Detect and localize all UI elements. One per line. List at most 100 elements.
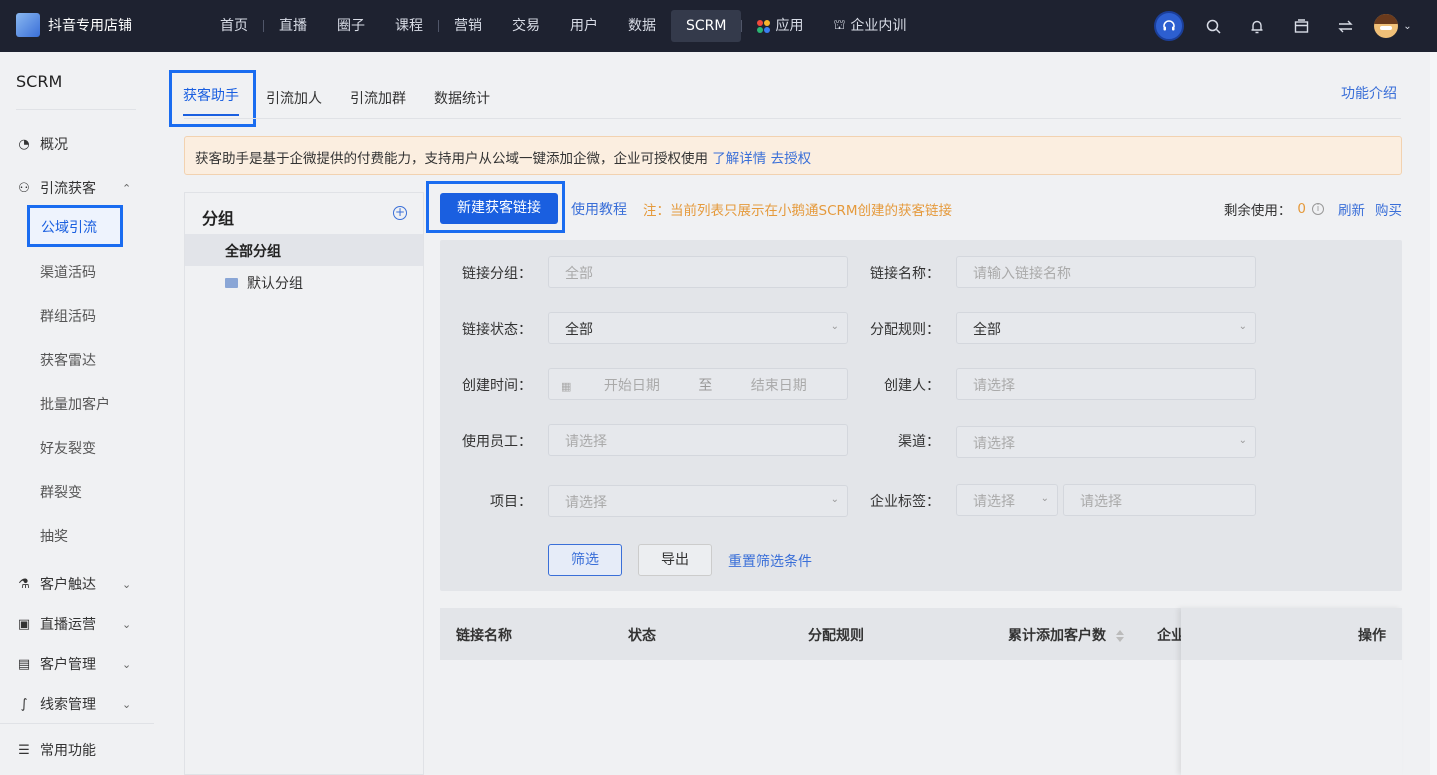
sort-icon[interactable] bbox=[1116, 630, 1124, 642]
creator-select[interactable]: 请选择 bbox=[956, 368, 1256, 400]
sidebar-item-common[interactable]: ☰ 常用功能 bbox=[16, 740, 96, 760]
nav-circle[interactable]: 圈子 bbox=[322, 10, 380, 42]
notice-text: 获客助手是基于企微提供的付费能力，支持用户从公域一键添加企微，企业可授权使用 bbox=[195, 151, 708, 167]
tag-select[interactable]: 请选择 bbox=[1063, 484, 1256, 516]
fixed-action-column: 操作 bbox=[1181, 608, 1402, 775]
authorize-link[interactable]: 去授权 bbox=[771, 151, 812, 167]
sidebar-sub-public-traffic[interactable]: 公域引流 bbox=[27, 205, 123, 247]
main-content: 获客助手 引流加人 引流加群 数据统计 功能介绍 获客助手是基于企微提供的付费能… bbox=[168, 52, 1430, 775]
add-group-icon[interactable]: + bbox=[393, 206, 407, 220]
tab-traffic-add-group[interactable]: 引流加群 bbox=[350, 88, 406, 108]
avatar-icon bbox=[1374, 14, 1399, 38]
remaining-value: 0 bbox=[1297, 201, 1306, 217]
staff-select[interactable]: 请选择 bbox=[548, 424, 848, 456]
sidebar-item-live-ops[interactable]: ▣ 直播运营 ⌄ bbox=[16, 614, 136, 634]
group-panel-title: 分组 bbox=[202, 209, 235, 228]
sidebar-item-label: 客户触达 bbox=[40, 577, 96, 593]
sidebar-item-label: 直播运营 bbox=[40, 617, 96, 633]
group-item-default[interactable]: 默认分组 bbox=[225, 273, 303, 293]
chevron-down-icon: ⌄ bbox=[122, 577, 132, 591]
col-total-customers[interactable]: 累计添加客户数 bbox=[1008, 625, 1124, 645]
new-link-button[interactable]: 新建获客链接 bbox=[440, 193, 558, 224]
shop-name[interactable]: 抖音专用店铺 bbox=[48, 15, 132, 35]
link-status-value: 全部 bbox=[565, 322, 593, 338]
buy-link[interactable]: 购买 bbox=[1375, 199, 1402, 219]
nav-data[interactable]: 数据 bbox=[613, 10, 671, 42]
sidebar-sub-channel-code[interactable]: 渠道活码 bbox=[40, 262, 96, 282]
page-scrollbar[interactable] bbox=[1430, 52, 1437, 775]
sidebar-sub-friend-fission[interactable]: 好友裂变 bbox=[40, 438, 96, 458]
export-button[interactable]: 导出 bbox=[638, 544, 712, 576]
sidebar-sub-group-code[interactable]: 群组活码 bbox=[40, 306, 96, 326]
reset-filters-link[interactable]: 重置筛选条件 bbox=[728, 551, 812, 571]
nav-apps[interactable]: 应用 bbox=[742, 10, 818, 42]
feature-intro-link[interactable]: 功能介绍 bbox=[1341, 83, 1397, 103]
nav-scrm[interactable]: SCRM bbox=[671, 10, 742, 42]
sidebar-item-label: 引流获客 bbox=[40, 181, 96, 197]
tab-statistics[interactable]: 数据统计 bbox=[434, 88, 490, 108]
nav-marketing[interactable]: 营销 bbox=[439, 10, 497, 42]
apps-icon bbox=[757, 19, 771, 33]
created-time-label: 创建时间： bbox=[462, 378, 532, 394]
search-button[interactable] bbox=[1191, 0, 1235, 52]
date-range-picker[interactable]: ▦ 开始日期 至 结束日期 bbox=[548, 368, 848, 400]
customer-service-button[interactable] bbox=[1147, 0, 1191, 52]
tutorial-link[interactable]: 使用教程 bbox=[571, 199, 627, 219]
user-menu[interactable]: ⌄ bbox=[1367, 0, 1419, 52]
tab-traffic-add-friend[interactable]: 引流加人 bbox=[266, 88, 322, 108]
sidebar-item-customer-mgmt[interactable]: ▤ 客户管理 ⌄ bbox=[16, 654, 136, 674]
sidebar-sub-group-fission[interactable]: 群裂变 bbox=[40, 482, 82, 502]
chevron-down-icon: ⌄ bbox=[830, 494, 839, 505]
info-icon[interactable]: i bbox=[1312, 203, 1324, 215]
filter-button[interactable]: 筛选 bbox=[548, 544, 622, 576]
sidebar-item-label: 客户管理 bbox=[40, 657, 96, 673]
nav-training[interactable]: ⛫ 企业内训 bbox=[818, 10, 921, 42]
col-rule: 分配规则 bbox=[808, 628, 864, 644]
link-status-label: 链接状态： bbox=[462, 322, 532, 338]
link-name-input[interactable]: 请输入链接名称 bbox=[956, 256, 1256, 288]
tab-divider bbox=[184, 118, 1401, 119]
nav-course[interactable]: 课程 bbox=[380, 10, 438, 42]
sidebar-divider bbox=[16, 109, 136, 110]
chevron-down-icon: ⌄ bbox=[830, 321, 839, 332]
notification-button[interactable] bbox=[1235, 0, 1279, 52]
group-item-all[interactable]: 全部分组 bbox=[185, 234, 423, 266]
sidebar-sub-radar[interactable]: 获客雷达 bbox=[40, 350, 96, 370]
link-group-select[interactable]: 全部 bbox=[548, 256, 848, 288]
sidebar-sub-lottery[interactable]: 抽奖 bbox=[40, 526, 68, 546]
channel-placeholder: 请选择 bbox=[973, 436, 1015, 452]
sidebar-sub-batch-add[interactable]: 批量加客户 bbox=[40, 394, 110, 414]
sidebar-item-customer-reach[interactable]: ⚗ 客户触达 ⌄ bbox=[16, 574, 136, 594]
rule-select[interactable]: 全部 ⌄ bbox=[956, 312, 1256, 344]
link-status-select[interactable]: 全部 ⌄ bbox=[548, 312, 848, 344]
calendar-icon: ▦ bbox=[561, 380, 572, 393]
refresh-link[interactable]: 刷新 bbox=[1338, 199, 1365, 219]
nav-users[interactable]: 用户 bbox=[555, 10, 613, 42]
start-date-placeholder: 开始日期 bbox=[603, 378, 660, 394]
new-link-button-highlight: 新建获客链接 bbox=[426, 181, 565, 233]
link-group-label: 链接分组： bbox=[462, 266, 532, 282]
bell-icon bbox=[1251, 20, 1263, 33]
channel-select[interactable]: 请选择 ⌄ bbox=[956, 426, 1256, 458]
learn-more-link[interactable]: 了解详情 bbox=[712, 151, 766, 167]
project-select[interactable]: 请选择 ⌄ bbox=[548, 485, 848, 517]
tag-group-select[interactable]: 请选择 ⌄ bbox=[956, 484, 1058, 516]
remaining-usage: 剩余使用： 0 i 刷新 购买 bbox=[1224, 199, 1402, 219]
sidebar-item-overview[interactable]: ◔ 概况 bbox=[16, 134, 68, 154]
col-total-customers-label: 累计添加客户数 bbox=[1008, 628, 1106, 644]
sidebar-item-leads-mgmt[interactable]: ∫ 线索管理 ⌄ bbox=[16, 694, 136, 714]
nav-live[interactable]: 直播 bbox=[264, 10, 322, 42]
chevron-down-icon: ⌄ bbox=[122, 697, 132, 711]
staff-label: 使用员工： bbox=[462, 434, 532, 450]
nav-training-label: 企业内训 bbox=[850, 18, 907, 34]
group-panel: 分组 + 全部分组 默认分组 bbox=[184, 192, 424, 775]
sidebar-divider bbox=[0, 723, 154, 724]
switch-button[interactable] bbox=[1323, 0, 1367, 52]
sidebar-item-lead-gen[interactable]: ⚇ 引流获客 ⌃ bbox=[16, 178, 136, 198]
store-button[interactable] bbox=[1279, 0, 1323, 52]
project-placeholder: 请选择 bbox=[565, 495, 607, 511]
notice-banner: 获客助手是基于企微提供的付费能力，支持用户从公域一键添加企微，企业可授权使用 了… bbox=[184, 136, 1402, 175]
nav-home[interactable]: 首页 bbox=[205, 10, 263, 42]
nav-trade[interactable]: 交易 bbox=[497, 10, 555, 42]
col-actions: 操作 bbox=[1358, 628, 1386, 644]
